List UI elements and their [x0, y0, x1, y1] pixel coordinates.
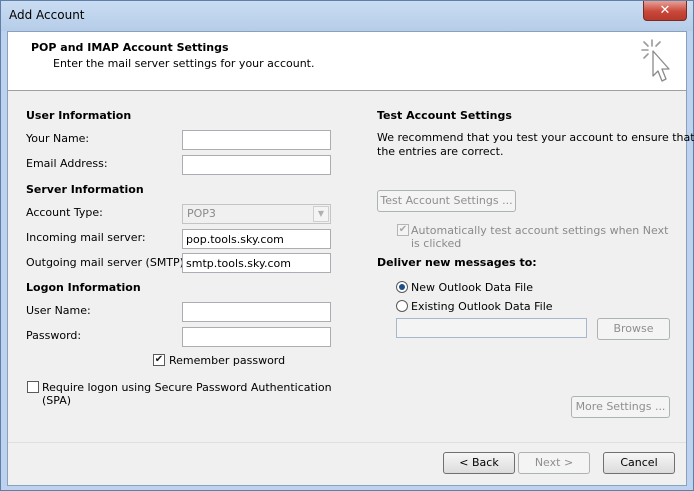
- auto-test-label-line2: is clicked: [411, 237, 462, 250]
- logon-information-heading: Logon Information: [26, 281, 141, 294]
- test-account-settings-heading: Test Account Settings: [377, 109, 512, 122]
- incoming-server-input[interactable]: [182, 229, 331, 249]
- server-information-heading: Server Information: [26, 183, 144, 196]
- spa-label-line2: (SPA): [42, 394, 72, 407]
- title-bar[interactable]: Add Account ✕: [1, 1, 693, 31]
- your-name-label: Your Name:: [26, 132, 90, 145]
- user-information-heading: User Information: [26, 109, 132, 122]
- account-type-select: POP3 ▼: [182, 204, 331, 224]
- new-data-file-radio[interactable]: [396, 281, 408, 293]
- cursor-sparkle-icon: [641, 39, 670, 82]
- email-address-label: Email Address:: [26, 157, 108, 170]
- spa-label-line1: Require logon using Secure Password Auth…: [42, 381, 332, 394]
- dialog-client-area: POP and IMAP Account Settings Enter the …: [7, 31, 694, 486]
- existing-data-file-radio[interactable]: [396, 300, 408, 312]
- account-type-value: POP3: [187, 207, 216, 220]
- close-button[interactable]: ✕: [643, 1, 687, 21]
- auto-test-label-line1: Automatically test account settings when…: [411, 224, 669, 237]
- test-account-settings-button[interactable]: Test Account Settings ...: [377, 190, 516, 212]
- incoming-server-label: Incoming mail server:: [26, 231, 146, 244]
- existing-data-file-label: Existing Outlook Data File: [411, 300, 553, 313]
- more-settings-button[interactable]: More Settings ...: [571, 396, 670, 418]
- test-description-line2: the entries are correct.: [377, 145, 504, 158]
- outgoing-server-input[interactable]: [182, 253, 331, 273]
- footer-divider: [8, 442, 686, 443]
- outgoing-server-label: Outgoing mail server (SMTP):: [26, 256, 188, 269]
- password-input[interactable]: [182, 327, 331, 347]
- new-data-file-label: New Outlook Data File: [411, 281, 533, 294]
- remember-password-checkbox[interactable]: ✔: [153, 354, 165, 366]
- email-address-input[interactable]: [182, 155, 331, 175]
- cancel-button[interactable]: Cancel: [603, 452, 675, 474]
- your-name-input[interactable]: [182, 130, 331, 150]
- user-name-label: User Name:: [26, 304, 91, 317]
- next-button[interactable]: Next >: [518, 452, 590, 474]
- chevron-down-icon: ▼: [313, 206, 329, 222]
- spa-checkbox[interactable]: [27, 381, 39, 393]
- dialog-header: POP and IMAP Account Settings Enter the …: [8, 32, 686, 91]
- auto-test-checkbox[interactable]: ✔: [397, 224, 409, 236]
- user-name-input[interactable]: [182, 302, 331, 322]
- deliver-messages-heading: Deliver new messages to:: [377, 256, 537, 269]
- account-type-label: Account Type:: [26, 206, 103, 219]
- add-account-window: Add Account ✕ POP and IMAP Account Setti…: [0, 0, 694, 491]
- window-title: Add Account: [9, 8, 85, 22]
- back-button[interactable]: < Back: [443, 452, 515, 474]
- password-label: Password:: [26, 329, 82, 342]
- existing-data-file-path-input[interactable]: [396, 318, 587, 338]
- header-subtitle: Enter the mail server settings for your …: [53, 57, 315, 70]
- remember-password-label: Remember password: [169, 354, 286, 367]
- browse-button[interactable]: Browse: [597, 318, 670, 340]
- header-title: POP and IMAP Account Settings: [31, 41, 229, 54]
- test-description-line1: We recommend that you test your account …: [377, 131, 694, 144]
